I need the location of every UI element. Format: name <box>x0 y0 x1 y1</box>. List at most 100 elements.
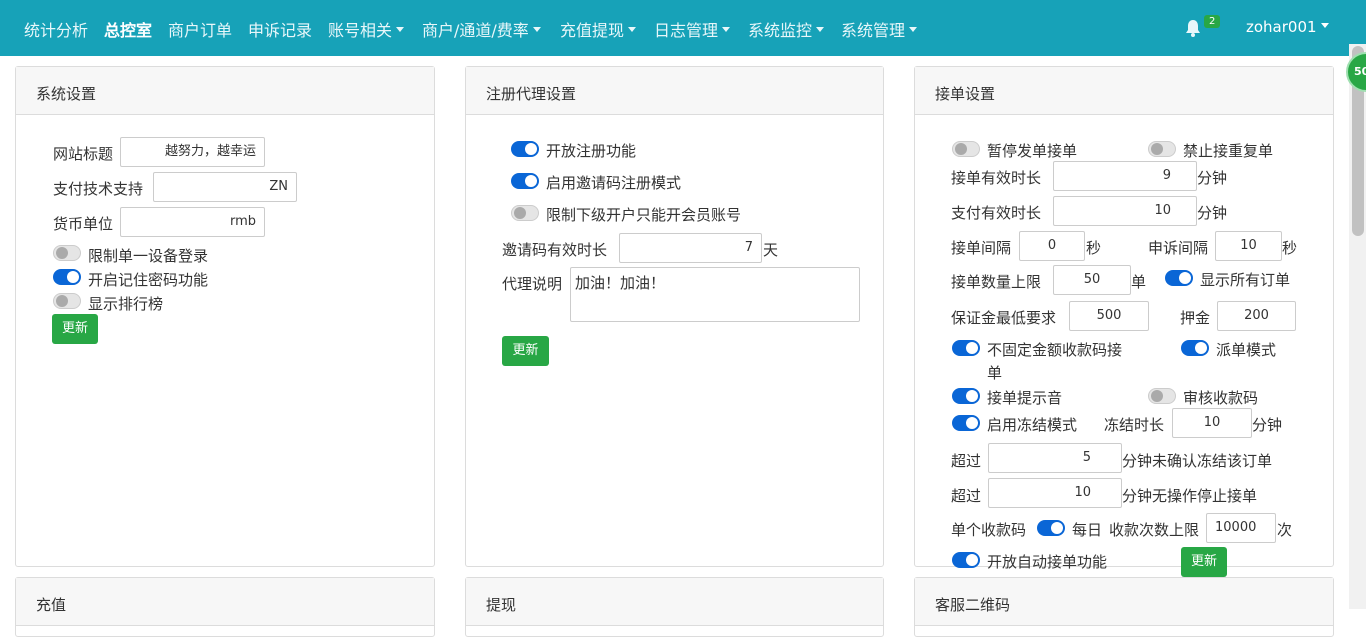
order-sound-toggle[interactable] <box>952 388 980 404</box>
pause-orders-label: 暂停发单接单 <box>987 142 1078 160</box>
noop-suffix: 分钟无操作停止接单 <box>1122 487 1258 505</box>
open-registration-label: 开放注册功能 <box>546 142 637 160</box>
deposit-input[interactable]: 200 <box>1217 301 1296 331</box>
remember-password-toggle[interactable] <box>53 269 81 285</box>
system-settings-card: 系统设置 网站标题 越努力，越幸运 支付技术支持 ZN 货币单位 rmb 限制单… <box>15 66 435 567</box>
remember-password-label: 开启记住密码功能 <box>88 271 209 289</box>
bell-icon[interactable] <box>1185 19 1201 37</box>
card-title: 接单设置 <box>915 67 1333 115</box>
freeze-mode-toggle[interactable] <box>952 415 980 431</box>
chevron-down-icon <box>396 27 405 32</box>
agent-settings-card: 注册代理设置 开放注册功能 启用邀请码注册模式 限制下级开户只能开会员账号 邀请… <box>465 66 884 567</box>
open-registration-toggle[interactable] <box>511 141 539 157</box>
currency-input[interactable]: rmb <box>120 207 265 237</box>
order-sound-label: 接单提示音 <box>987 389 1063 407</box>
show-all-orders-toggle[interactable] <box>1165 270 1193 286</box>
daily-limit-toggle[interactable] <box>1037 520 1065 536</box>
top-navbar: 统计分析 总控室 商户订单 申诉记录 账号相关 商户/通道/费率 充值提现 日志… <box>0 0 1366 56</box>
username: zohar001 <box>1246 18 1317 36</box>
invite-mode-toggle[interactable] <box>511 173 539 189</box>
review-code-label: 审核收款码 <box>1183 389 1259 407</box>
card-title: 系统设置 <box>16 67 434 115</box>
second-unit: 秒 <box>1282 239 1298 257</box>
single-device-label: 限制单一设备登录 <box>88 247 209 265</box>
ranking-toggle[interactable] <box>53 293 81 309</box>
card-title: 提现 <box>466 578 883 626</box>
deposit-min-label: 保证金最低要求 <box>951 309 1057 327</box>
nav-control-room[interactable]: 总控室 <box>104 17 152 41</box>
single-device-toggle[interactable] <box>53 245 81 261</box>
non-fixed-amount-label: 不固定金额收款码接 <box>987 341 1123 359</box>
restrict-subaccount-toggle[interactable] <box>511 205 539 221</box>
single-code-label: 单个收款码 <box>951 521 1027 539</box>
chevron-down-icon <box>816 27 825 32</box>
notification-badge: 2 <box>1204 15 1221 28</box>
appeal-interval-input[interactable]: 10 <box>1215 231 1282 261</box>
currency-label: 货币单位 <box>53 215 114 233</box>
order-max-label: 接单数量上限 <box>951 273 1042 291</box>
nav-appeals[interactable]: 申诉记录 <box>248 17 312 41</box>
review-code-toggle[interactable] <box>1148 388 1176 404</box>
second-unit: 秒 <box>1086 239 1102 257</box>
nav-monitor-label: 系统监控 <box>748 21 813 40</box>
nav-stats[interactable]: 统计分析 <box>24 17 88 41</box>
nav-accounts[interactable]: 账号相关 <box>328 17 405 41</box>
unconfirm-suffix: 分钟未确认冻结该订单 <box>1122 452 1273 470</box>
order-settings-card: 接单设置 暂停发单接单 禁止接重复单 接单有效时长 9 分钟 支付有效时长 10… <box>914 66 1334 577</box>
deposit-min-input[interactable]: 500 <box>1069 301 1149 331</box>
nav-recharge-withdraw[interactable]: 充值提现 <box>560 17 637 41</box>
nav-logs[interactable]: 日志管理 <box>654 17 731 41</box>
non-fixed-amount-toggle[interactable] <box>952 340 980 356</box>
pause-orders-toggle[interactable] <box>952 141 980 157</box>
freeze-duration-label: 冻结时长 <box>1104 416 1165 434</box>
recharge-card: 充值 <box>15 577 435 637</box>
nav-recharge-withdraw-label: 充值提现 <box>560 21 625 40</box>
agent-desc-textarea[interactable]: 加油！加油！ <box>570 267 860 322</box>
order-update-button[interactable]: 更新 <box>1181 547 1227 577</box>
chevron-down-icon <box>628 27 637 32</box>
user-menu[interactable]: zohar001 <box>1246 18 1329 36</box>
card-title: 客服二维码 <box>915 578 1333 626</box>
ranking-label: 显示排行榜 <box>88 295 164 313</box>
agent-update-button[interactable]: 更新 <box>502 336 549 366</box>
pay-valid-input[interactable]: 10 <box>1053 196 1197 226</box>
appeal-interval-label: 申诉间隔 <box>1148 239 1209 257</box>
minute-unit: 分钟 <box>1197 204 1228 222</box>
chevron-down-icon <box>909 27 918 32</box>
nav-merchant-orders[interactable]: 商户订单 <box>168 17 232 41</box>
agent-desc-label: 代理说明 <box>502 275 563 293</box>
nav-accounts-label: 账号相关 <box>328 21 393 40</box>
invite-valid-input[interactable]: 7 <box>619 233 762 263</box>
tech-support-label: 支付技术支持 <box>53 180 144 198</box>
nav-system[interactable]: 系统管理 <box>841 17 918 41</box>
over-label: 超过 <box>951 487 982 505</box>
nav-merchant-channel[interactable]: 商户/通道/费率 <box>422 17 541 41</box>
no-repeat-toggle[interactable] <box>1148 141 1176 157</box>
site-title-label: 网站标题 <box>53 145 114 163</box>
restrict-subaccount-label: 限制下级开户只能开会员账号 <box>546 206 742 224</box>
order-valid-label: 接单有效时长 <box>951 169 1042 187</box>
service-qr-card: 客服二维码 <box>914 577 1334 637</box>
tech-support-input[interactable]: ZN <box>153 172 297 202</box>
receive-limit-input[interactable]: 10000 <box>1206 513 1276 543</box>
receive-limit-label: 收款次数上限 <box>1109 521 1200 539</box>
nav-logs-label: 日志管理 <box>654 21 719 40</box>
withdraw-card: 提现 <box>465 577 884 637</box>
non-fixed-amount-label-2: 单 <box>987 364 1003 382</box>
noop-minutes-input[interactable]: 10 <box>988 478 1122 508</box>
chevron-down-icon <box>1320 23 1329 28</box>
nav-merchant-channel-label: 商户/通道/费率 <box>422 21 529 40</box>
dispatch-mode-toggle[interactable] <box>1181 340 1209 356</box>
site-title-input[interactable]: 越努力，越幸运 <box>120 137 265 167</box>
order-max-input[interactable]: 50 <box>1053 265 1131 295</box>
auto-accept-toggle[interactable] <box>952 552 980 568</box>
unconfirm-minutes-input[interactable]: 5 <box>988 443 1122 473</box>
freeze-duration-input[interactable]: 10 <box>1172 408 1252 438</box>
order-valid-input[interactable]: 9 <box>1053 161 1197 191</box>
nav-monitor[interactable]: 系统监控 <box>748 17 825 41</box>
minute-unit: 分钟 <box>1197 169 1228 187</box>
chevron-down-icon <box>722 27 731 32</box>
system-update-button[interactable]: 更新 <box>52 314 98 344</box>
order-interval-input[interactable]: 0 <box>1019 231 1085 261</box>
chevron-down-icon <box>532 27 541 32</box>
